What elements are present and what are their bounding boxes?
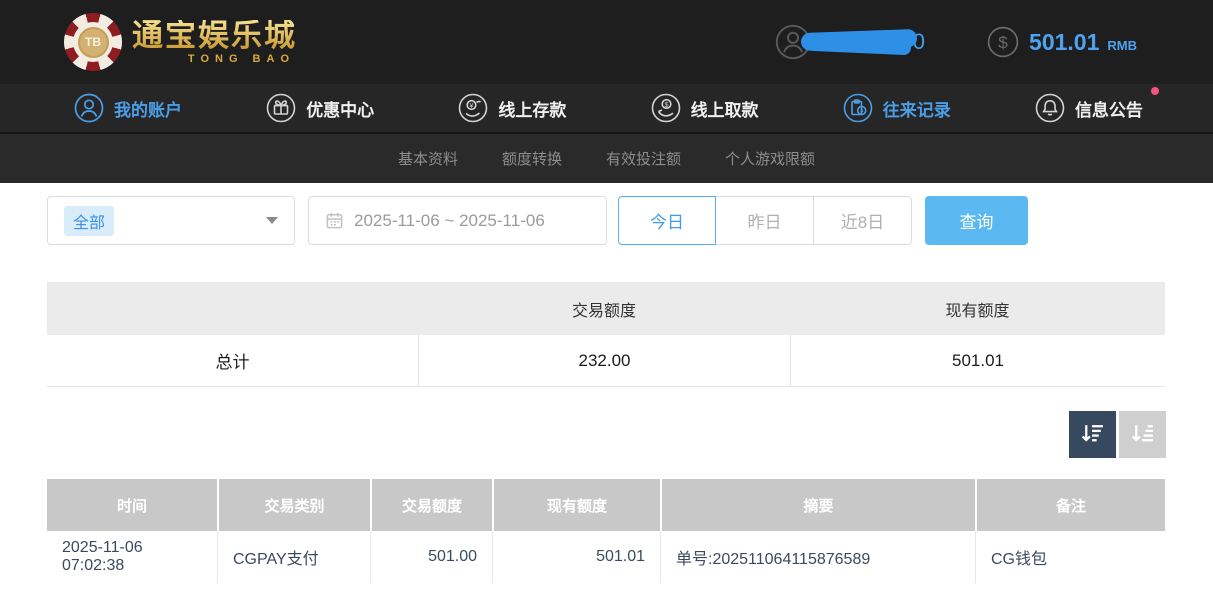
- sort-ascending-button[interactable]: [1119, 411, 1166, 458]
- summary-transaction-amount: 232.00: [418, 335, 790, 386]
- logo-badge: TB: [78, 27, 109, 58]
- date-range-value: 2025-11-06 ~ 2025-11-06: [354, 211, 545, 231]
- sort-ascending-icon: [1129, 420, 1156, 450]
- site-subtitle: TONG BAO: [132, 54, 297, 65]
- date-range-input[interactable]: 2025-11-06 ~ 2025-11-06: [308, 196, 607, 245]
- svg-text:$: $: [998, 33, 1008, 52]
- username-display[interactable]: 0: [775, 22, 925, 62]
- summary-total-row: 总计 232.00 501.01: [47, 335, 1165, 387]
- subnav-item-game-limits[interactable]: 个人游戏限额: [725, 148, 815, 169]
- table-row: 2025-11-06 07:02:38 CGPAY支付 501.00 501.0…: [47, 531, 1165, 583]
- summary-total-label: 总计: [47, 335, 418, 386]
- promo-icon: [266, 93, 296, 123]
- transaction-type-select[interactable]: 全部: [47, 196, 295, 245]
- summary-header-current-balance: 现有额度: [790, 282, 1165, 335]
- top-header: TB 通宝娱乐城 TONG BAO 0 $ 501.: [0, 0, 1213, 84]
- records-header-time: 时间: [47, 479, 217, 531]
- records-header-remarks: 备注: [975, 479, 1165, 531]
- subnav-item-basic-info[interactable]: 基本资料: [398, 148, 458, 169]
- summary-header-empty: [47, 282, 418, 335]
- nav-item-withdraw[interactable]: $ 线上取款: [651, 93, 759, 123]
- sort-descending-button[interactable]: [1069, 411, 1116, 458]
- chevron-down-icon: [266, 217, 278, 224]
- site-logo[interactable]: TB 通宝娱乐城 TONG BAO: [64, 13, 297, 71]
- quick-range-yesterday[interactable]: 昨日: [716, 196, 814, 245]
- records-table: 时间 交易类别 交易额度 现有额度 摘要 备注 2025-11-06 07:02…: [47, 479, 1165, 583]
- svg-text:$: $: [664, 102, 668, 109]
- nav-item-promotions[interactable]: 优惠中心: [266, 93, 374, 123]
- deposit-icon: ¥: [458, 93, 488, 123]
- search-button[interactable]: 查询: [925, 196, 1028, 245]
- main-nav: 我的账户 优惠中心 ¥ 线上存款 $: [0, 84, 1213, 132]
- record-remarks: CG钱包: [975, 531, 1165, 583]
- selected-type-value: 全部: [64, 206, 114, 236]
- quick-range-group: 今日 昨日 近8日: [618, 196, 912, 245]
- sort-controls: [47, 411, 1166, 458]
- subnav-item-valid-bets[interactable]: 有效投注额: [606, 148, 681, 169]
- balance-display[interactable]: $ 501.01 RMB: [987, 26, 1137, 58]
- records-header-type: 交易类别: [217, 479, 370, 531]
- records-header-transaction-amount: 交易额度: [370, 479, 492, 531]
- sub-nav: 基本资料 额度转换 有效投注额 个人游戏限额: [0, 132, 1213, 183]
- balance-amount: 501.01: [1029, 29, 1099, 56]
- dollar-circle-icon: $: [987, 26, 1019, 58]
- nav-item-deposit[interactable]: ¥ 线上存款: [458, 93, 566, 123]
- summary-current-balance: 501.01: [790, 335, 1165, 386]
- records-icon: [843, 93, 873, 123]
- site-title: 通宝娱乐城: [132, 20, 297, 51]
- content-area: 全部 2025-11-06 ~ 2025-11-06 今日 昨日 近8日 查询: [0, 183, 1213, 583]
- announcement-icon: [1035, 93, 1065, 123]
- summary-table-header: 交易额度 现有额度: [47, 282, 1165, 335]
- balance-currency: RMB: [1107, 32, 1137, 53]
- account-icon: [74, 93, 104, 123]
- record-summary: 单号:202511064115876589: [660, 531, 975, 583]
- quick-range-today[interactable]: 今日: [618, 196, 716, 245]
- subnav-item-credit-transfer[interactable]: 额度转换: [502, 148, 562, 169]
- nav-item-my-account[interactable]: 我的账户: [74, 93, 182, 123]
- records-table-header: 时间 交易类别 交易额度 现有额度 摘要 备注: [47, 479, 1165, 531]
- nav-item-transaction-records[interactable]: 往来记录: [843, 93, 951, 123]
- record-time: 2025-11-06 07:02:38: [47, 531, 217, 583]
- withdraw-icon: $: [651, 93, 681, 123]
- filter-row: 全部 2025-11-06 ~ 2025-11-06 今日 昨日 近8日 查询: [47, 196, 1166, 245]
- poker-chip-logo-icon: TB: [64, 13, 122, 71]
- nav-item-announcements[interactable]: 信息公告: [1035, 93, 1143, 123]
- record-type: CGPAY支付: [217, 531, 370, 583]
- records-header-current-balance: 现有额度: [492, 479, 660, 531]
- record-current-balance: 501.01: [492, 531, 660, 583]
- notification-dot: [1151, 87, 1159, 95]
- records-header-summary: 摘要: [660, 479, 975, 531]
- record-transaction-amount: 501.00: [370, 531, 492, 583]
- quick-range-last8days[interactable]: 近8日: [814, 196, 912, 245]
- summary-header-transaction-amount: 交易额度: [418, 282, 790, 335]
- sort-descending-icon: [1079, 420, 1106, 450]
- calendar-icon: [325, 211, 344, 230]
- svg-text:¥: ¥: [470, 103, 474, 110]
- summary-table: 交易额度 现有额度 总计 232.00 501.01: [47, 282, 1165, 387]
- username-redaction-scribble: [801, 31, 917, 53]
